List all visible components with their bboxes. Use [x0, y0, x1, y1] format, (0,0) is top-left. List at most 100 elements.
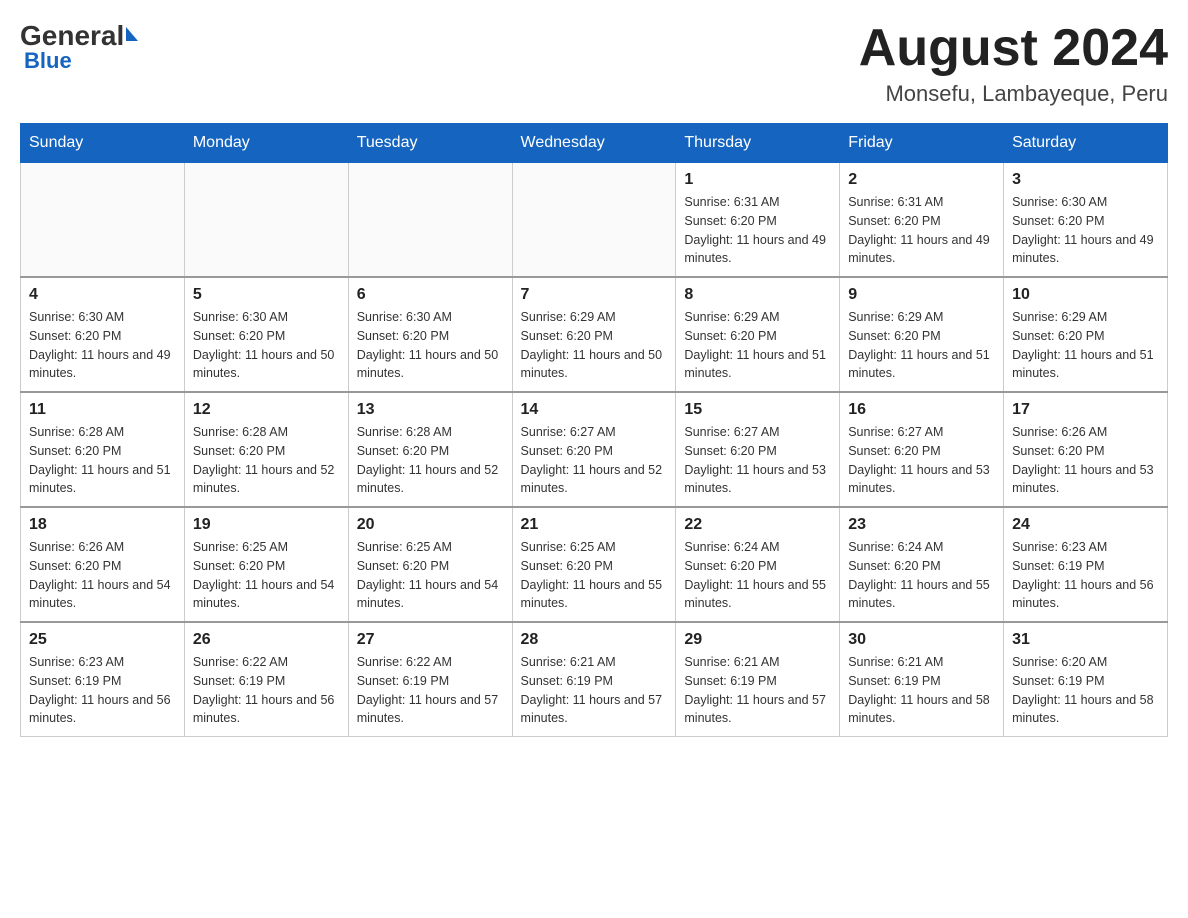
day-number: 10	[1012, 286, 1159, 304]
day-number: 5	[193, 286, 340, 304]
day-number: 30	[848, 631, 995, 649]
calendar-day-cell: 25 Sunrise: 6:23 AM Sunset: 6:19 PM Dayli…	[21, 622, 185, 737]
calendar-week-row: 4 Sunrise: 6:30 AM Sunset: 6:20 PM Daylig…	[21, 277, 1168, 392]
day-number: 25	[29, 631, 176, 649]
calendar-day-cell: 12Sunrise: 6:28 AM Sunset: 6:20 PM Dayli…	[184, 392, 348, 507]
day-number: 2	[848, 171, 995, 189]
day-number: 4	[29, 286, 176, 304]
logo-arrow-icon	[126, 27, 138, 41]
calendar-day-cell: 20 Sunrise: 6:25 AM Sunset: 6:20 PM Dayli…	[348, 507, 512, 622]
month-year-title: August 2024	[859, 20, 1168, 77]
day-number: 8	[684, 286, 831, 304]
day-info: Sunrise: 6:21 AM Sunset: 6:19 PM Dayligh…	[521, 653, 668, 728]
day-number: 7	[521, 286, 668, 304]
calendar-day-cell: 15 Sunrise: 6:27 AM Sunset: 6:20 PM Dayli…	[676, 392, 840, 507]
day-info: Sunrise: 6:27 AM Sunset: 6:20 PM Dayligh…	[848, 423, 995, 498]
day-number: 31	[1012, 631, 1159, 649]
day-number: 21	[521, 516, 668, 534]
day-info: Sunrise: 6:27 AM Sunset: 6:20 PM Dayligh…	[684, 423, 831, 498]
calendar-day-cell: 10 Sunrise: 6:29 AM Sunset: 6:20 PM Dayli…	[1004, 277, 1168, 392]
calendar-table: SundayMondayTuesdayWednesdayThursdayFrid…	[20, 123, 1168, 737]
calendar-day-cell	[184, 163, 348, 278]
calendar-day-cell: 3 Sunrise: 6:30 AM Sunset: 6:20 PM Daylig…	[1004, 163, 1168, 278]
calendar-day-cell: 17 Sunrise: 6:26 AM Sunset: 6:20 PM Dayli…	[1004, 392, 1168, 507]
day-info: Sunrise: 6:21 AM Sunset: 6:19 PM Dayligh…	[684, 653, 831, 728]
day-info: Sunrise: 6:25 AM Sunset: 6:20 PM Dayligh…	[521, 538, 668, 613]
day-info: Sunrise: 6:22 AM Sunset: 6:19 PM Dayligh…	[193, 653, 340, 728]
calendar-day-cell: 22Sunrise: 6:24 AM Sunset: 6:20 PM Dayli…	[676, 507, 840, 622]
calendar-body: 1 Sunrise: 6:31 AM Sunset: 6:20 PM Daylig…	[21, 163, 1168, 737]
calendar-day-cell: 8Sunrise: 6:29 AM Sunset: 6:20 PM Daylig…	[676, 277, 840, 392]
day-number: 27	[357, 631, 504, 649]
day-info: Sunrise: 6:26 AM Sunset: 6:20 PM Dayligh…	[1012, 423, 1159, 498]
calendar-day-cell: 11 Sunrise: 6:28 AM Sunset: 6:20 PM Dayli…	[21, 392, 185, 507]
day-info: Sunrise: 6:28 AM Sunset: 6:20 PM Dayligh…	[29, 423, 176, 498]
calendar-day-cell: 14 Sunrise: 6:27 AM Sunset: 6:20 PM Dayli…	[512, 392, 676, 507]
day-number: 22	[684, 516, 831, 534]
calendar-day-cell: 23Sunrise: 6:24 AM Sunset: 6:20 PM Dayli…	[840, 507, 1004, 622]
day-info: Sunrise: 6:25 AM Sunset: 6:20 PM Dayligh…	[357, 538, 504, 613]
logo-area: General Blue	[20, 20, 138, 74]
calendar-day-cell: 2 Sunrise: 6:31 AM Sunset: 6:20 PM Daylig…	[840, 163, 1004, 278]
calendar-header: SundayMondayTuesdayWednesdayThursdayFrid…	[21, 124, 1168, 163]
day-info: Sunrise: 6:26 AM Sunset: 6:20 PM Dayligh…	[29, 538, 176, 613]
calendar-day-cell: 18 Sunrise: 6:26 AM Sunset: 6:20 PM Dayli…	[21, 507, 185, 622]
day-number: 29	[684, 631, 831, 649]
calendar-day-cell: 28 Sunrise: 6:21 AM Sunset: 6:19 PM Dayli…	[512, 622, 676, 737]
day-info: Sunrise: 6:30 AM Sunset: 6:20 PM Dayligh…	[29, 308, 176, 383]
day-info: Sunrise: 6:28 AM Sunset: 6:20 PM Dayligh…	[193, 423, 340, 498]
location-subtitle: Monsefu, Lambayeque, Peru	[859, 81, 1168, 107]
day-number: 28	[521, 631, 668, 649]
calendar-day-cell: 26 Sunrise: 6:22 AM Sunset: 6:19 PM Dayli…	[184, 622, 348, 737]
calendar-week-row: 18 Sunrise: 6:26 AM Sunset: 6:20 PM Dayli…	[21, 507, 1168, 622]
day-info: Sunrise: 6:28 AM Sunset: 6:20 PM Dayligh…	[357, 423, 504, 498]
day-number: 1	[684, 171, 831, 189]
calendar-week-row: 11 Sunrise: 6:28 AM Sunset: 6:20 PM Dayli…	[21, 392, 1168, 507]
day-info: Sunrise: 6:29 AM Sunset: 6:20 PM Dayligh…	[1012, 308, 1159, 383]
calendar-day-cell	[512, 163, 676, 278]
day-number: 18	[29, 516, 176, 534]
calendar-week-row: 1 Sunrise: 6:31 AM Sunset: 6:20 PM Daylig…	[21, 163, 1168, 278]
day-number: 19	[193, 516, 340, 534]
day-info: Sunrise: 6:31 AM Sunset: 6:20 PM Dayligh…	[848, 193, 995, 268]
calendar-day-cell: 21 Sunrise: 6:25 AM Sunset: 6:20 PM Dayli…	[512, 507, 676, 622]
day-number: 16	[848, 401, 995, 419]
day-number: 15	[684, 401, 831, 419]
weekday-header-row: SundayMondayTuesdayWednesdayThursdayFrid…	[21, 124, 1168, 163]
calendar-day-cell: 24 Sunrise: 6:23 AM Sunset: 6:19 PM Dayli…	[1004, 507, 1168, 622]
weekday-header-tuesday: Tuesday	[348, 124, 512, 163]
day-number: 17	[1012, 401, 1159, 419]
day-number: 9	[848, 286, 995, 304]
day-info: Sunrise: 6:22 AM Sunset: 6:19 PM Dayligh…	[357, 653, 504, 728]
header: General Blue August 2024 Monsefu, Lambay…	[20, 20, 1168, 107]
day-number: 20	[357, 516, 504, 534]
day-info: Sunrise: 6:25 AM Sunset: 6:20 PM Dayligh…	[193, 538, 340, 613]
day-info: Sunrise: 6:27 AM Sunset: 6:20 PM Dayligh…	[521, 423, 668, 498]
day-info: Sunrise: 6:30 AM Sunset: 6:20 PM Dayligh…	[357, 308, 504, 383]
calendar-day-cell: 29 Sunrise: 6:21 AM Sunset: 6:19 PM Dayli…	[676, 622, 840, 737]
day-number: 11	[29, 401, 176, 419]
weekday-header-sunday: Sunday	[21, 124, 185, 163]
day-info: Sunrise: 6:23 AM Sunset: 6:19 PM Dayligh…	[29, 653, 176, 728]
calendar-day-cell: 27 Sunrise: 6:22 AM Sunset: 6:19 PM Dayli…	[348, 622, 512, 737]
day-number: 26	[193, 631, 340, 649]
day-info: Sunrise: 6:30 AM Sunset: 6:20 PM Dayligh…	[1012, 193, 1159, 268]
calendar-day-cell: 4 Sunrise: 6:30 AM Sunset: 6:20 PM Daylig…	[21, 277, 185, 392]
day-info: Sunrise: 6:29 AM Sunset: 6:20 PM Dayligh…	[848, 308, 995, 383]
day-number: 13	[357, 401, 504, 419]
calendar-week-row: 25 Sunrise: 6:23 AM Sunset: 6:19 PM Dayli…	[21, 622, 1168, 737]
calendar-day-cell: 7 Sunrise: 6:29 AM Sunset: 6:20 PM Daylig…	[512, 277, 676, 392]
calendar-day-cell: 13 Sunrise: 6:28 AM Sunset: 6:20 PM Dayli…	[348, 392, 512, 507]
calendar-day-cell	[348, 163, 512, 278]
day-info: Sunrise: 6:23 AM Sunset: 6:19 PM Dayligh…	[1012, 538, 1159, 613]
calendar-day-cell: 31 Sunrise: 6:20 AM Sunset: 6:19 PM Dayli…	[1004, 622, 1168, 737]
day-info: Sunrise: 6:30 AM Sunset: 6:20 PM Dayligh…	[193, 308, 340, 383]
day-info: Sunrise: 6:24 AM Sunset: 6:20 PM Dayligh…	[848, 538, 995, 613]
day-info: Sunrise: 6:29 AM Sunset: 6:20 PM Dayligh…	[521, 308, 668, 383]
logo-blue: Blue	[24, 48, 72, 74]
calendar-day-cell: 6Sunrise: 6:30 AM Sunset: 6:20 PM Daylig…	[348, 277, 512, 392]
day-number: 3	[1012, 171, 1159, 189]
day-number: 24	[1012, 516, 1159, 534]
day-number: 14	[521, 401, 668, 419]
day-info: Sunrise: 6:20 AM Sunset: 6:19 PM Dayligh…	[1012, 653, 1159, 728]
